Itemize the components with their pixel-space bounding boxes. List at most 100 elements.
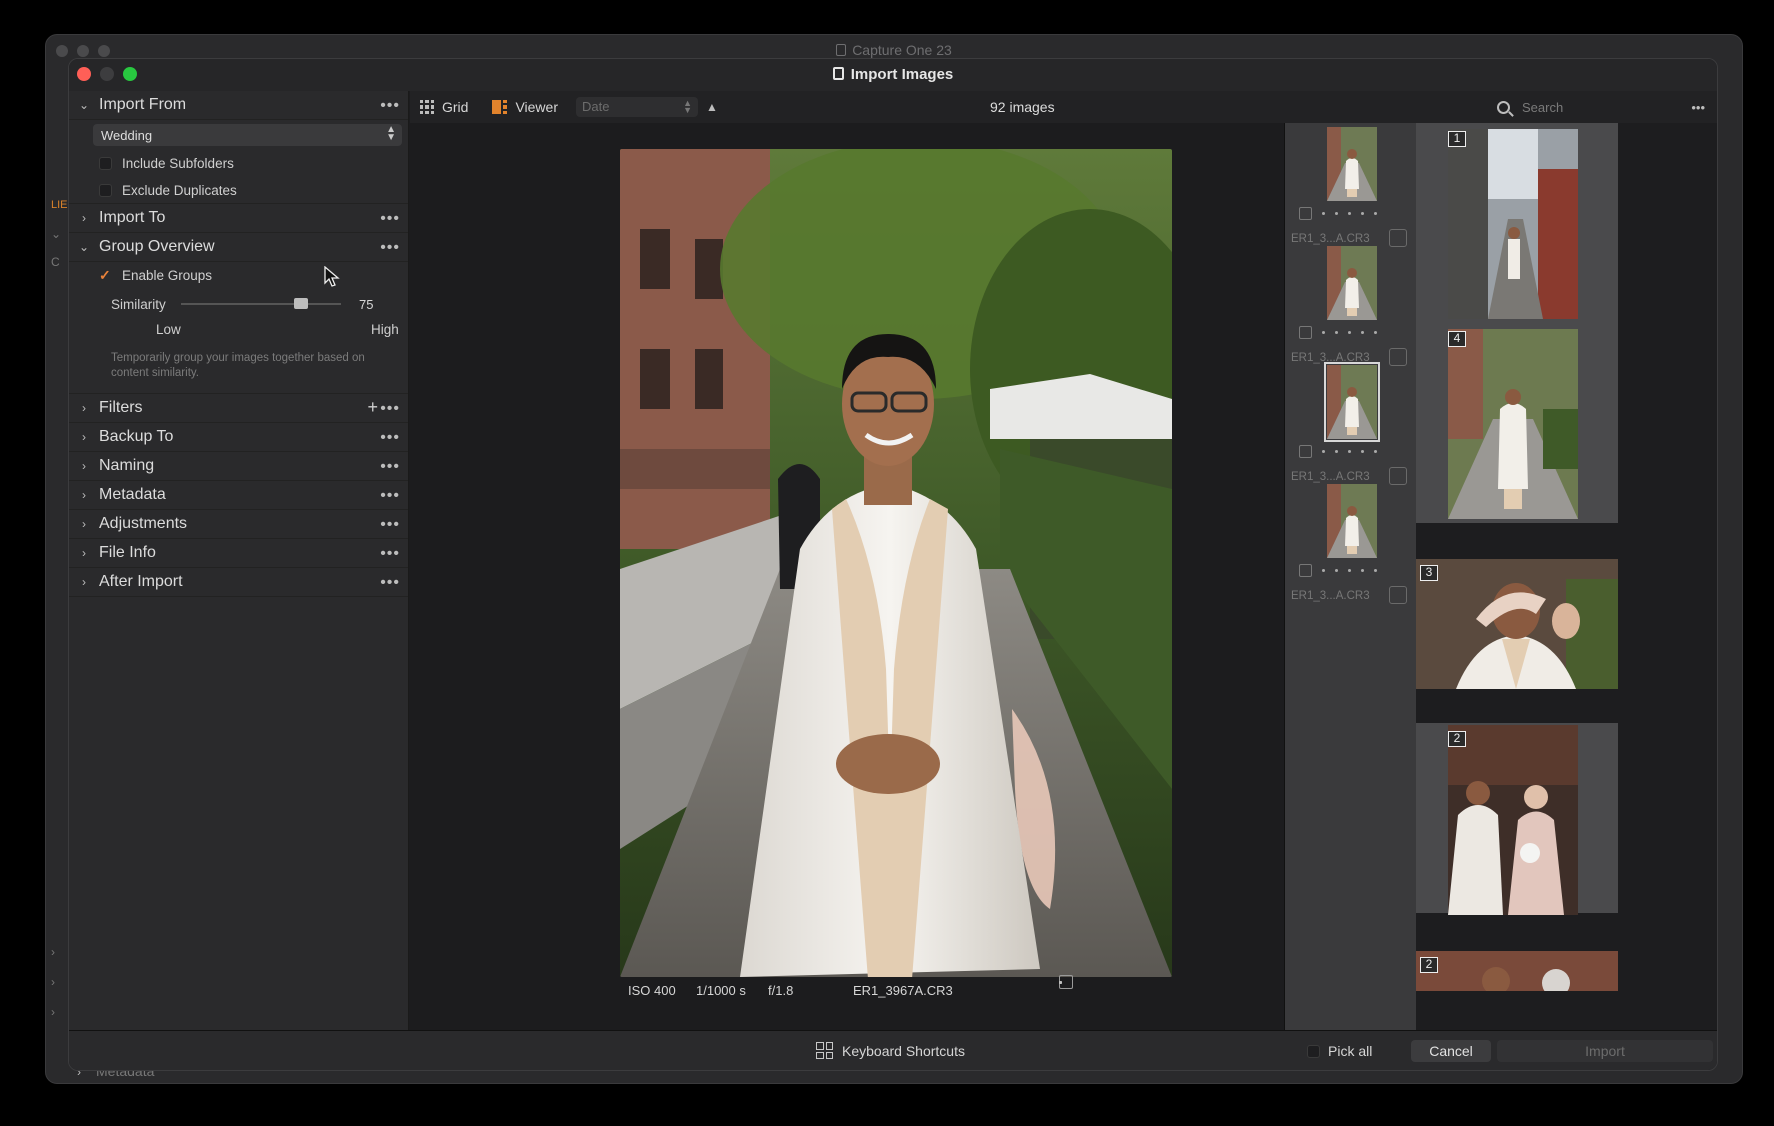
cancel-button[interactable]: Cancel: [1411, 1040, 1491, 1062]
rating-star[interactable]: [1322, 569, 1325, 572]
rating-star[interactable]: [1335, 569, 1338, 572]
import-button[interactable]: Import: [1497, 1040, 1713, 1062]
group-card[interactable]: 3: [1416, 559, 1618, 689]
strip-image-item[interactable]: ER1_3...A.CR3: [1285, 480, 1417, 614]
import-images-dialog: Import Images ⌄ Import From ••• Wedding …: [68, 58, 1718, 1071]
grid-view-button[interactable]: Grid: [420, 99, 468, 115]
pick-checkbox[interactable]: [1299, 445, 1312, 458]
more-options-icon[interactable]: •••: [380, 545, 400, 563]
more-options-icon[interactable]: •••: [380, 239, 400, 257]
chevron-right-icon: ›: [82, 459, 86, 473]
group-overview-list: 1 4 3 2 2: [1416, 123, 1717, 1030]
strip-rating[interactable]: [1299, 564, 1377, 577]
rating-star[interactable]: [1374, 450, 1377, 453]
more-options-icon[interactable]: •••: [380, 516, 400, 534]
checkbox-icon: [99, 157, 112, 170]
include-subfolders-checkbox[interactable]: Include Subfolders: [69, 150, 408, 177]
section-naming[interactable]: › Naming •••: [69, 452, 408, 481]
more-options-icon[interactable]: •••: [380, 487, 400, 505]
pick-all-checkbox[interactable]: Pick all: [1307, 1043, 1372, 1059]
more-options-icon[interactable]: •••: [380, 458, 400, 476]
section-file-info[interactable]: › File Info •••: [69, 539, 408, 568]
rating-star[interactable]: [1335, 212, 1338, 215]
group-card[interactable]: 4: [1416, 323, 1618, 523]
import-source-select[interactable]: Wedding ▲ ▼: [93, 124, 402, 146]
rating-star[interactable]: [1361, 331, 1364, 334]
rating-star[interactable]: [1348, 450, 1351, 453]
section-backup-to[interactable]: › Backup To •••: [69, 423, 408, 452]
import-settings-panel: ⌄ Import From ••• Wedding ▲ ▼ Include Sub…: [69, 91, 409, 1030]
group-card[interactable]: 2: [1416, 723, 1618, 915]
pick-checkbox[interactable]: [1299, 564, 1312, 577]
rating-star[interactable]: [1374, 569, 1377, 572]
similarity-slider-thumb[interactable]: [294, 298, 308, 309]
sort-direction-icon[interactable]: ▲: [706, 100, 718, 114]
high-label: High: [371, 322, 399, 337]
chevron-right-icon[interactable]: ›: [51, 975, 55, 989]
rating-star[interactable]: [1374, 212, 1377, 215]
rating-star[interactable]: [1348, 212, 1351, 215]
sort-select[interactable]: Date ▲ ▼: [576, 97, 698, 117]
search-icon: [1497, 100, 1510, 114]
more-options-icon[interactable]: •••: [380, 97, 400, 115]
rating-star[interactable]: [1322, 450, 1325, 453]
enable-groups-checkbox[interactable]: ✓ Enable Groups: [69, 262, 408, 289]
group-card[interactable]: 1: [1416, 123, 1618, 323]
add-filter-icon[interactable]: +: [367, 397, 378, 418]
similarity-slider-track[interactable]: [181, 303, 341, 305]
strip-thumbnail[interactable]: [1327, 484, 1377, 558]
rating-star[interactable]: [1322, 331, 1325, 334]
section-title: Metadata: [99, 486, 166, 503]
more-options-icon[interactable]: •••: [380, 210, 400, 228]
section-import-from[interactable]: ⌄ Import From •••: [69, 91, 408, 120]
checkbox-icon: [1307, 1044, 1320, 1058]
rating-star[interactable]: [1361, 212, 1364, 215]
grid-icon: [420, 100, 434, 114]
filename: ER1_3967A.CR3: [853, 983, 953, 998]
viewer-view-button[interactable]: Viewer: [478, 99, 558, 115]
strip-image-item[interactable]: ER1_3...A.CR3: [1285, 242, 1417, 376]
rating-star[interactable]: [1361, 450, 1364, 453]
chevron-right-icon[interactable]: ›: [51, 1005, 55, 1019]
chevron-right-icon[interactable]: ›: [51, 945, 55, 959]
rating-star[interactable]: [1335, 331, 1338, 334]
section-import-to[interactable]: › Import To •••: [69, 204, 408, 233]
strip-thumbnail[interactable]: [1327, 246, 1377, 320]
section-adjustments[interactable]: › Adjustments •••: [69, 510, 408, 539]
more-options-icon[interactable]: •••: [380, 400, 400, 418]
strip-thumbnail[interactable]: [1327, 127, 1377, 201]
section-title: Import To: [99, 209, 166, 226]
section-title: After Import: [99, 573, 183, 590]
more-options-icon[interactable]: •••: [380, 429, 400, 447]
search-field[interactable]: Search •••: [1497, 97, 1705, 117]
strip-thumbnail[interactable]: [1324, 362, 1380, 442]
rating-star[interactable]: [1335, 450, 1338, 453]
pick-checkbox[interactable]: [1299, 207, 1312, 220]
strip-rating[interactable]: [1299, 207, 1377, 220]
group-thumbnail: [1416, 951, 1618, 991]
keyboard-shortcuts-button[interactable]: Keyboard Shortcuts: [816, 1042, 965, 1059]
rating-star[interactable]: [1361, 569, 1364, 572]
rating-star[interactable]: [1348, 569, 1351, 572]
pick-checkbox[interactable]: [1299, 326, 1312, 339]
rating-star[interactable]: [1059, 980, 1062, 984]
rating-star[interactable]: [1322, 212, 1325, 215]
rating-star[interactable]: [1374, 331, 1377, 334]
strip-image-item[interactable]: ER1_3...A.CR3: [1285, 123, 1417, 257]
section-filters[interactable]: › Filters + •••: [69, 394, 408, 423]
rating-star[interactable]: [1348, 331, 1351, 334]
more-icon[interactable]: •••: [1691, 100, 1705, 115]
section-after-import[interactable]: › After Import •••: [69, 568, 408, 597]
more-options-icon[interactable]: •••: [380, 574, 400, 592]
strip-rating[interactable]: [1299, 326, 1377, 339]
group-card[interactable]: 2: [1416, 951, 1618, 991]
strip-rating[interactable]: [1299, 445, 1377, 458]
dialog-titlebar: Import Images: [69, 59, 1717, 91]
similarity-value[interactable]: 75: [359, 297, 373, 312]
strip-image-item[interactable]: ER1_3...A.CR3: [1285, 361, 1417, 495]
select-checkbox[interactable]: [1389, 586, 1407, 604]
section-group-overview[interactable]: ⌄ Group Overview •••: [69, 233, 408, 262]
section-metadata[interactable]: › Metadata •••: [69, 481, 408, 510]
preview-photo[interactable]: [620, 149, 1172, 977]
exclude-duplicates-checkbox[interactable]: Exclude Duplicates: [69, 177, 408, 204]
